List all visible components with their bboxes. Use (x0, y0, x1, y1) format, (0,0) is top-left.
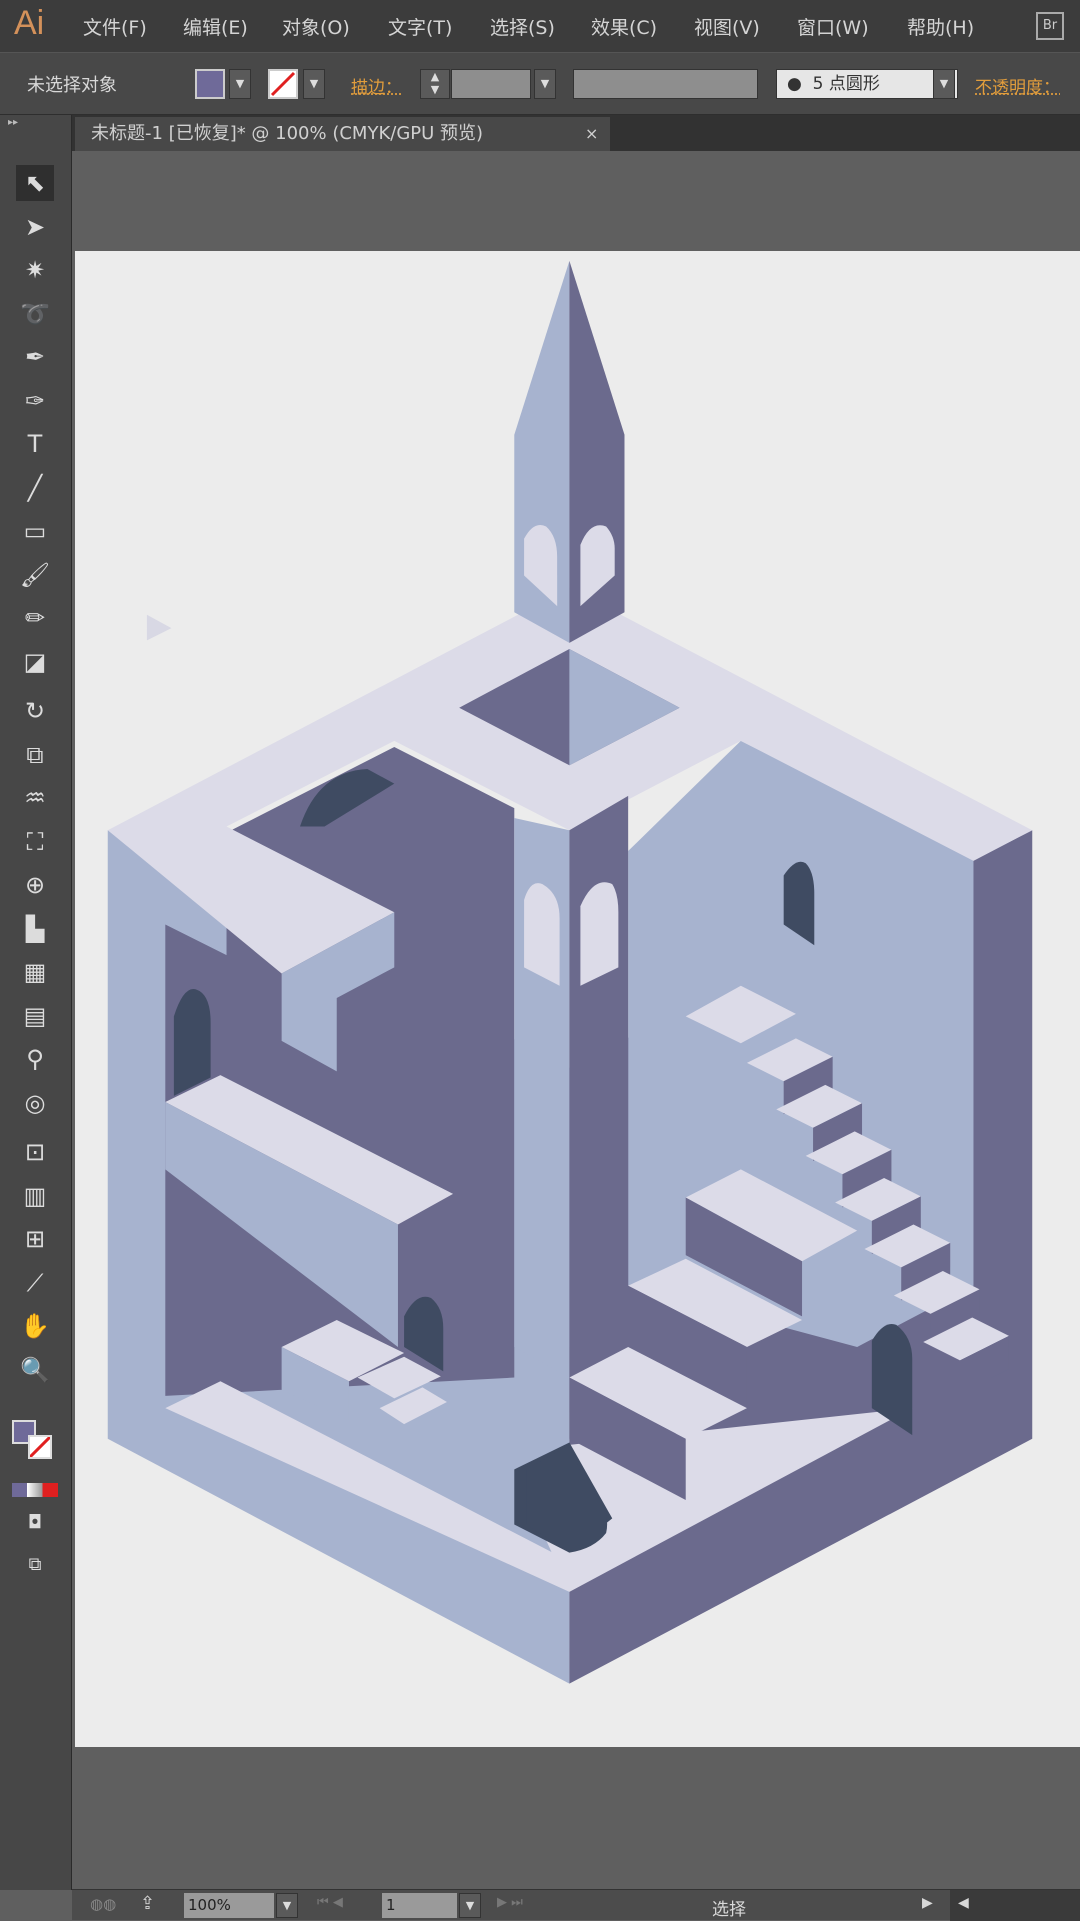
zoom-field[interactable]: 100% (184, 1893, 274, 1918)
arch-window (173, 988, 211, 1096)
page-dropdown[interactable]: ▼ (459, 1893, 481, 1918)
next-page-icon[interactable]: ▶ ⏭ (497, 1895, 523, 1910)
page-field[interactable]: 1 (382, 1893, 457, 1918)
status-mode: 选择 (712, 1900, 746, 1920)
status-menu-arrow-icon[interactable]: ▶ (922, 1895, 933, 1911)
share-icon[interactable]: ⇪ (140, 1893, 155, 1914)
isometric-illustration[interactable] (0, 0, 1080, 1920)
status-bar: ◍◍ ⇪ 100% ▼ ⏮ ◀ 1 ▼ ▶ ⏭ 选择 ▶ ◀ (72, 1889, 1080, 1921)
artboard-marker-icon (146, 614, 172, 641)
scrollbar-left-icon[interactable]: ◀ (950, 1890, 1080, 1921)
artboard-nav-icon[interactable]: ◍◍ (90, 1895, 116, 1913)
first-page-icon[interactable]: ⏮ ◀ (317, 1895, 343, 1910)
zoom-dropdown[interactable]: ▼ (276, 1893, 298, 1918)
tower-spire (514, 260, 625, 643)
